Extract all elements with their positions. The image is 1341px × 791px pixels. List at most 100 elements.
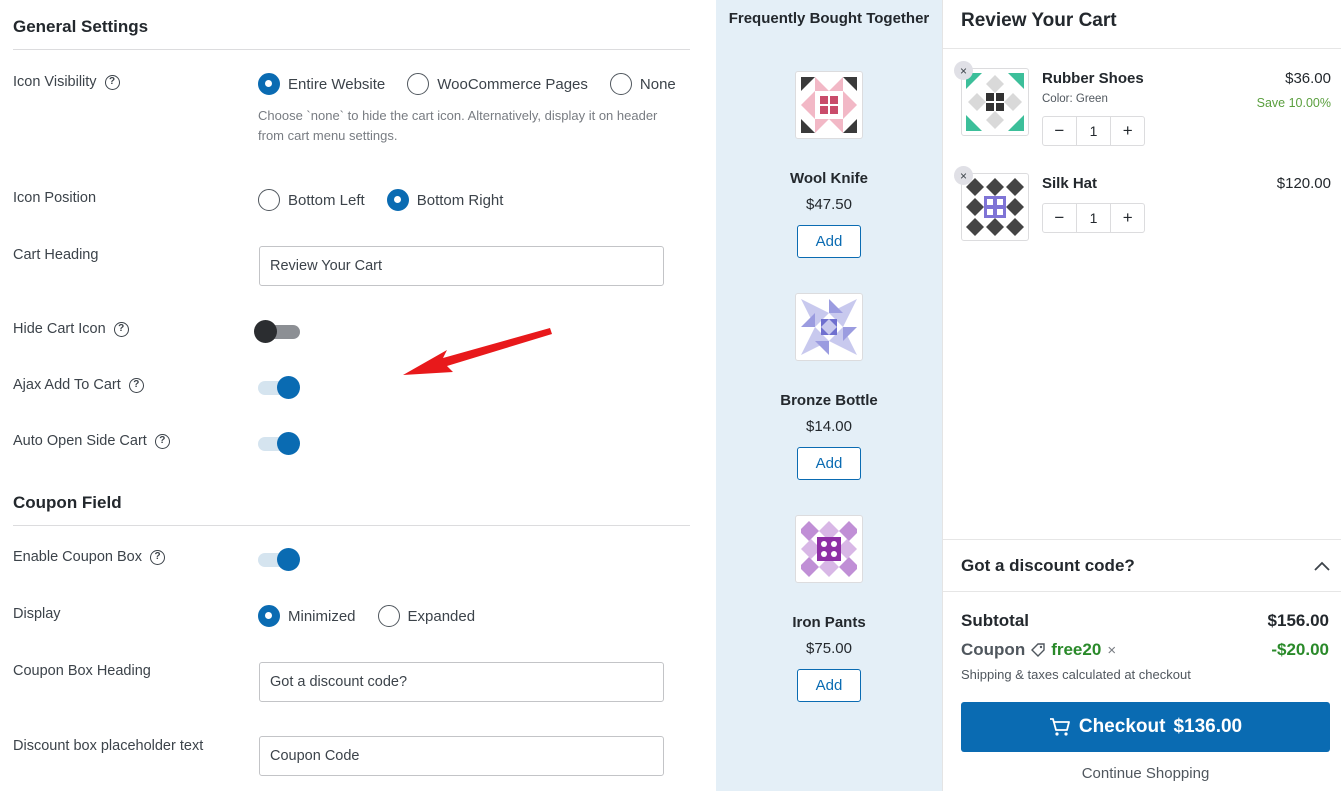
icon-visibility-radio-group: Entire Website WooCommerce Pages None [258, 73, 698, 95]
icon-position-radio-group: Bottom Left Bottom Right [258, 189, 525, 211]
product-pattern-icon [801, 299, 857, 355]
radio-none[interactable]: None [609, 73, 676, 95]
radio-minimized[interactable]: Minimized [258, 605, 356, 627]
side-cart: Review Your Cart × Rubber Shoes Color: G… [942, 0, 1341, 791]
increase-quantity-button[interactable]: + [1111, 204, 1144, 232]
hide-cart-icon-text: Hide Cart Icon [13, 321, 106, 337]
discount-placeholder-label: Discount box placeholder text [13, 738, 203, 754]
cart-item-name: Silk Hat [1042, 175, 1098, 192]
radio-checked[interactable] [386, 189, 409, 211]
discount-placeholder-input[interactable]: Coupon Code [259, 736, 664, 776]
display-radio-group: Minimized Expanded [258, 605, 497, 627]
ajax-add-to-cart-toggle[interactable] [258, 376, 300, 399]
quantity-stepper: − 1 + [1042, 203, 1145, 233]
continue-shopping-link[interactable]: Continue Shopping [961, 765, 1330, 782]
toggle-knob [254, 320, 277, 343]
ajax-add-to-cart-label: Ajax Add To Cart ? [13, 377, 144, 393]
help-icon[interactable]: ? [150, 549, 165, 565]
variant-label: Color: [1042, 93, 1073, 105]
quantity-stepper: − 1 + [1042, 116, 1145, 146]
display-text: Display [13, 606, 61, 622]
discount-placeholder-text: Discount box placeholder text [13, 738, 204, 754]
cart-item-price: $120.00 [1276, 175, 1331, 192]
radio-expanded[interactable]: Expanded [377, 605, 476, 627]
divider [13, 525, 690, 526]
variant-value: Green [1075, 93, 1108, 105]
remove-coupon-button[interactable]: × [1107, 642, 1116, 659]
product-thumbnail[interactable] [795, 515, 863, 583]
increase-quantity-button[interactable]: + [1111, 117, 1144, 145]
coupon-box-heading-text: Coupon Box Heading [13, 663, 151, 679]
hide-cart-icon-toggle[interactable] [254, 320, 300, 343]
icon-visibility-text: Icon Visibility [13, 74, 97, 90]
checkout-label: Checkout [1078, 716, 1166, 737]
cart-item-thumbnail[interactable]: × [954, 61, 1029, 136]
radio-label: Bottom Left [288, 191, 365, 209]
chevron-up-icon[interactable] [1313, 560, 1331, 572]
product-thumbnail[interactable] [795, 293, 863, 361]
discount-code-label: Got a discount code? [961, 556, 1135, 575]
cart-item-name: Rubber Shoes [1042, 70, 1144, 87]
fbt-product-price: $75.00 [806, 640, 852, 657]
radio-woocommerce-pages[interactable]: WooCommerce Pages [407, 73, 588, 95]
radio-label: Entire Website [288, 75, 386, 93]
product-thumbnail[interactable] [795, 71, 863, 139]
radio-label: None [639, 75, 676, 93]
toggle-knob [277, 432, 300, 455]
annotation-arrow [403, 328, 552, 375]
radio-unchecked[interactable] [407, 73, 430, 95]
auto-open-side-cart-text: Auto Open Side Cart [13, 433, 147, 449]
fbt-product-price: $47.50 [806, 196, 852, 213]
subtotal-value: $156.00 [1267, 611, 1329, 630]
radio-unchecked[interactable] [258, 189, 280, 211]
fbt-product-name: Bronze Bottle [780, 392, 878, 409]
decrease-quantity-button[interactable]: − [1043, 204, 1076, 232]
quantity-value[interactable]: 1 [1075, 117, 1112, 145]
frequently-bought-panel: Frequently Bought Together Wool Knife $4… [716, 0, 942, 791]
cart-item-price: $36.00 [1285, 70, 1331, 87]
product-pattern-icon [966, 73, 1024, 131]
radio-label: Expanded [407, 607, 476, 625]
product-pattern-icon [801, 77, 857, 133]
product-pattern-icon [966, 178, 1024, 236]
help-icon[interactable]: ? [154, 433, 170, 449]
checkout-total: $136.00 [1173, 716, 1243, 737]
add-button[interactable]: Add [797, 225, 861, 258]
cart-heading-input[interactable]: Review Your Cart [259, 246, 664, 286]
quantity-value[interactable]: 1 [1075, 204, 1112, 232]
coupon-field-title: Coupon Field [13, 493, 122, 512]
display-label: Display [13, 606, 61, 622]
radio-bottom-left[interactable]: Bottom Left [258, 189, 365, 211]
radio-bottom-right[interactable]: Bottom Right [386, 189, 503, 211]
radio-checked[interactable] [258, 73, 280, 95]
radio-unchecked[interactable] [377, 605, 400, 627]
enable-coupon-box-text: Enable Coupon Box [13, 549, 142, 565]
coupon-box-heading-input[interactable]: Got a discount code? [259, 662, 664, 702]
cart-item-thumbnail[interactable]: × [954, 166, 1029, 241]
shopping-cart-icon [1049, 718, 1070, 736]
add-button[interactable]: Add [797, 447, 861, 480]
fbt-product-price: $14.00 [806, 418, 852, 435]
remove-item-button[interactable]: × [954, 166, 973, 185]
coupon-code: free20 [1051, 640, 1102, 659]
decrease-quantity-button[interactable]: − [1043, 117, 1076, 145]
radio-entire-website[interactable]: Entire Website [258, 73, 385, 95]
discount-code-toggle[interactable]: Got a discount code? [961, 554, 1331, 578]
divider [943, 539, 1341, 540]
help-icon[interactable]: ? [128, 377, 144, 393]
radio-checked[interactable] [258, 605, 280, 627]
help-icon[interactable]: ? [113, 321, 129, 337]
auto-open-side-cart-toggle[interactable] [258, 432, 300, 455]
help-icon[interactable]: ? [104, 74, 120, 90]
radio-label: WooCommerce Pages [437, 75, 588, 93]
add-button[interactable]: Add [797, 669, 861, 702]
cart-heading: Review Your Cart [961, 10, 1117, 31]
shipping-note: Shipping & taxes calculated at checkout [961, 667, 1191, 682]
checkout-button[interactable]: Checkout $136.00 [961, 702, 1330, 752]
enable-coupon-box-toggle[interactable] [258, 548, 300, 571]
coupon-discount-value: -$20.00 [1271, 640, 1329, 659]
enable-coupon-box-label: Enable Coupon Box ? [13, 549, 165, 565]
divider [13, 49, 690, 50]
radio-unchecked[interactable] [609, 73, 632, 95]
remove-item-button[interactable]: × [954, 61, 973, 80]
